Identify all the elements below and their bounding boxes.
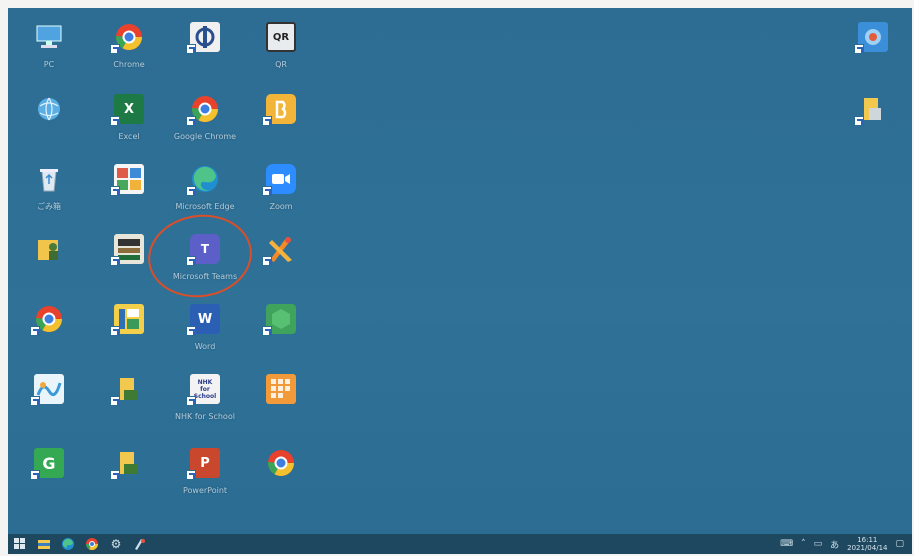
desktop-icon-chrome-r7c4[interactable] bbox=[244, 444, 318, 510]
clock-time: 16:11 bbox=[857, 536, 878, 544]
computer-icon bbox=[34, 22, 64, 52]
icon-label: PowerPoint bbox=[182, 486, 228, 495]
shortcut-arrow-icon bbox=[186, 116, 196, 126]
qr-code-icon: QR bbox=[266, 22, 296, 52]
shortcut-arrow-icon bbox=[110, 470, 120, 480]
network-globe-icon bbox=[34, 94, 64, 124]
shortcut-arrow-icon bbox=[186, 44, 196, 54]
icon-label: Microsoft Edge bbox=[175, 202, 235, 211]
app-icon bbox=[135, 539, 145, 550]
shortcut-arrow-icon bbox=[186, 396, 196, 406]
shortcut-arrow-icon bbox=[854, 44, 864, 54]
taskbar-explorer[interactable] bbox=[32, 534, 56, 554]
system-tray: ⌨ ˄ ▭ あ 16:11 2021/04/14 ▢ bbox=[780, 534, 904, 554]
shortcut-arrow-icon bbox=[262, 256, 272, 266]
desktop-icon-folder-r7c2[interactable] bbox=[92, 444, 166, 510]
desktop-icon-app-r2c4[interactable] bbox=[244, 90, 318, 156]
start-button[interactable] bbox=[8, 534, 32, 554]
desktop-icon-app-r4c4[interactable] bbox=[244, 230, 318, 296]
shortcut-arrow-icon bbox=[110, 116, 120, 126]
desktop-icon-word[interactable]: W Word bbox=[168, 300, 242, 366]
shortcut-arrow-icon bbox=[186, 326, 196, 336]
clock-date: 2021/04/14 bbox=[847, 544, 888, 552]
shortcut-arrow-icon bbox=[854, 116, 864, 126]
edge-icon bbox=[62, 538, 74, 550]
app-icon bbox=[266, 374, 296, 404]
desktop-icon-right-folder[interactable] bbox=[836, 90, 910, 156]
gear-icon: ⚙ bbox=[110, 537, 122, 551]
desktop-icon-chrome-r5[interactable] bbox=[12, 300, 86, 366]
shortcut-arrow-icon bbox=[262, 186, 272, 196]
desktop-icon-excel[interactable]: X Excel bbox=[92, 90, 166, 156]
shortcut-arrow-icon bbox=[30, 326, 40, 336]
chrome-icon bbox=[86, 538, 98, 551]
desktop-icon-app-r1c3[interactable] bbox=[168, 18, 242, 84]
icon-label: ごみ箱 bbox=[37, 202, 61, 211]
icon-label: NHK for School bbox=[175, 412, 235, 421]
icon-label: Excel bbox=[118, 132, 140, 141]
icon-label: Word bbox=[194, 342, 216, 351]
taskbar-edge[interactable] bbox=[56, 534, 80, 554]
taskbar-app[interactable] bbox=[128, 534, 152, 554]
desktop-icon-app-r5c2[interactable] bbox=[92, 300, 166, 366]
desktop-icon-pc[interactable]: PC bbox=[12, 18, 86, 84]
network-icon[interactable]: ▭ bbox=[814, 539, 823, 549]
desktop-icon-zoom[interactable]: Zoom bbox=[244, 160, 318, 226]
desktop-icon-app-r6c1[interactable] bbox=[12, 370, 86, 436]
icon-label: Zoom bbox=[269, 202, 293, 211]
shortcut-arrow-icon bbox=[110, 186, 120, 196]
chrome-icon bbox=[266, 448, 296, 478]
desktop[interactable]: PC Chrome QR QR X Excel Google Chrome ごみ… bbox=[8, 8, 912, 534]
desktop-icon-right-top[interactable] bbox=[836, 18, 910, 84]
shortcut-arrow-icon bbox=[110, 256, 120, 266]
icon-label: PC bbox=[43, 60, 55, 69]
shortcut-arrow-icon bbox=[110, 44, 120, 54]
desktop-icon-nhk-for-school[interactable]: NHK for School NHK for School bbox=[168, 370, 242, 436]
shortcut-arrow-icon bbox=[110, 326, 120, 336]
desktop-icon-folder-r6c2[interactable] bbox=[92, 370, 166, 436]
desktop-icon-app-r3c2[interactable] bbox=[92, 160, 166, 226]
desktop-icon-user-folder[interactable] bbox=[12, 230, 86, 296]
shortcut-arrow-icon bbox=[262, 116, 272, 126]
recycle-bin-icon bbox=[34, 164, 64, 194]
shortcut-arrow-icon bbox=[186, 470, 196, 480]
desktop-icon-chrome[interactable]: Chrome bbox=[92, 18, 166, 84]
icon-label: QR bbox=[275, 60, 287, 69]
desktop-screen: PC Chrome QR QR X Excel Google Chrome ごみ… bbox=[8, 8, 912, 554]
desktop-icon-app-r5c4[interactable] bbox=[244, 300, 318, 366]
desktop-icon-google-chrome[interactable]: Google Chrome bbox=[168, 90, 242, 156]
desktop-icon-powerpoint[interactable]: P PowerPoint bbox=[168, 444, 242, 510]
chevron-up-icon[interactable]: ˄ bbox=[801, 539, 806, 549]
shortcut-arrow-icon bbox=[110, 396, 120, 406]
desktop-icon-app-r6c4[interactable] bbox=[244, 370, 318, 436]
desktop-icon-app-r7c1[interactable]: G bbox=[12, 444, 86, 510]
taskbar-chrome[interactable] bbox=[80, 534, 104, 554]
ime-indicator[interactable]: あ bbox=[830, 538, 839, 551]
clock[interactable]: 16:11 2021/04/14 bbox=[847, 536, 887, 552]
icon-label: Google Chrome bbox=[173, 132, 237, 141]
taskbar: ⚙ ⌨ ˄ ▭ あ 16:11 2021/04/14 ▢ bbox=[8, 534, 912, 554]
icon-label: Chrome bbox=[113, 60, 145, 69]
shortcut-arrow-icon bbox=[186, 186, 196, 196]
user-folder-icon bbox=[34, 234, 64, 264]
taskbar-settings[interactable]: ⚙ bbox=[104, 534, 128, 554]
desktop-icon-network[interactable] bbox=[12, 90, 86, 156]
shortcut-arrow-icon bbox=[30, 470, 40, 480]
folder-icon bbox=[38, 540, 50, 549]
notification-icon[interactable]: ▢ bbox=[895, 539, 904, 549]
shortcut-arrow-icon bbox=[262, 326, 272, 336]
windows-logo-icon bbox=[14, 538, 25, 549]
desktop-icon-qr[interactable]: QR QR bbox=[244, 18, 318, 84]
shortcut-arrow-icon bbox=[30, 396, 40, 406]
desktop-icon-recycle-bin[interactable]: ごみ箱 bbox=[12, 160, 86, 226]
keyboard-icon[interactable]: ⌨ bbox=[780, 539, 793, 549]
